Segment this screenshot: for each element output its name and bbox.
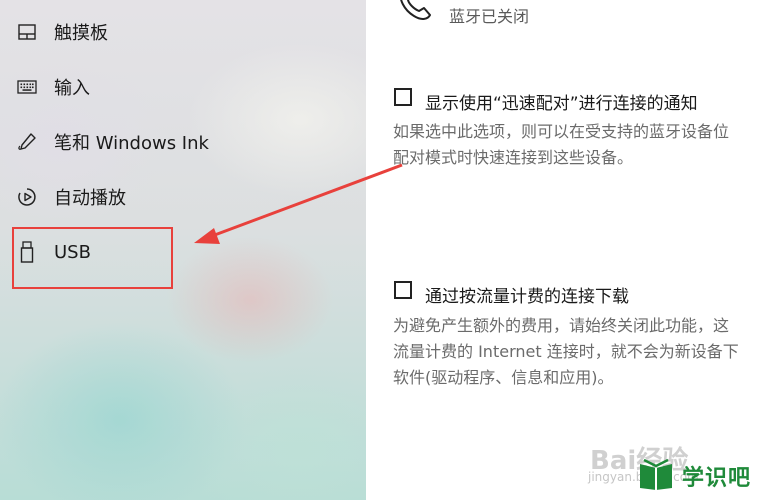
- sidebar-item-label: 触摸板: [54, 23, 108, 44]
- touchpad-icon: [16, 21, 38, 43]
- metered-download-checkbox[interactable]: [394, 281, 412, 299]
- swift-pair-description: 如果选中此选项，则可以在受支持的蓝牙设备位 配对模式时快速连接到这些设备。: [393, 119, 729, 171]
- metered-download-description: 为避免产生额外的费用，请始终关闭此功能，这 流量计费的 Internet 连接时…: [393, 313, 739, 391]
- description-line: 流量计费的 Internet 连接时，就不会为新设备下: [393, 342, 739, 361]
- swift-pair-label[interactable]: 显示使用“迅速配对”进行连接的通知: [425, 89, 698, 114]
- sidebar-item-label: 自动播放: [54, 188, 126, 209]
- sidebar-item-typing[interactable]: 输入: [0, 67, 366, 107]
- swift-pair-checkbox[interactable]: [394, 88, 412, 106]
- sidebar-item-label: 输入: [54, 78, 90, 99]
- book-icon: [636, 456, 676, 496]
- sidebar-item-pen[interactable]: 笔和 Windows Ink: [0, 122, 366, 162]
- logo-text: 学识吧: [682, 466, 752, 491]
- bluetooth-status-text: 蓝牙已关闭: [449, 7, 530, 26]
- sidebar-item-touchpad[interactable]: 触摸板: [0, 12, 366, 52]
- metered-download-label[interactable]: 通过按流量计费的连接下载: [425, 282, 629, 307]
- keyboard-icon: [16, 76, 38, 98]
- usb-highlight-box: [12, 227, 173, 289]
- xueshiba-logo: 学识吧: [636, 452, 771, 500]
- description-line: 配对模式时快速连接到这些设备。: [393, 148, 634, 167]
- sidebar-item-label: 笔和 Windows Ink: [54, 133, 209, 154]
- description-line: 为避免产生额外的费用，请始终关闭此功能，这: [393, 316, 730, 335]
- settings-sidebar: 触摸板 输入 笔和 Windows Ink 自动播放 USB: [0, 0, 366, 500]
- autoplay-icon: [16, 186, 38, 208]
- pen-icon: [16, 131, 38, 153]
- description-line: 如果选中此选项，则可以在受支持的蓝牙设备位: [393, 122, 730, 141]
- description-line: 软件(驱动程序、信息和应用)。: [393, 368, 614, 387]
- bluetooth-settings-pane: 蓝牙已关闭 显示使用“迅速配对”进行连接的通知 如果选中此选项，则可以在受支持的…: [366, 0, 771, 500]
- sidebar-item-autoplay[interactable]: 自动播放: [0, 177, 366, 217]
- phone-icon: [396, 0, 440, 28]
